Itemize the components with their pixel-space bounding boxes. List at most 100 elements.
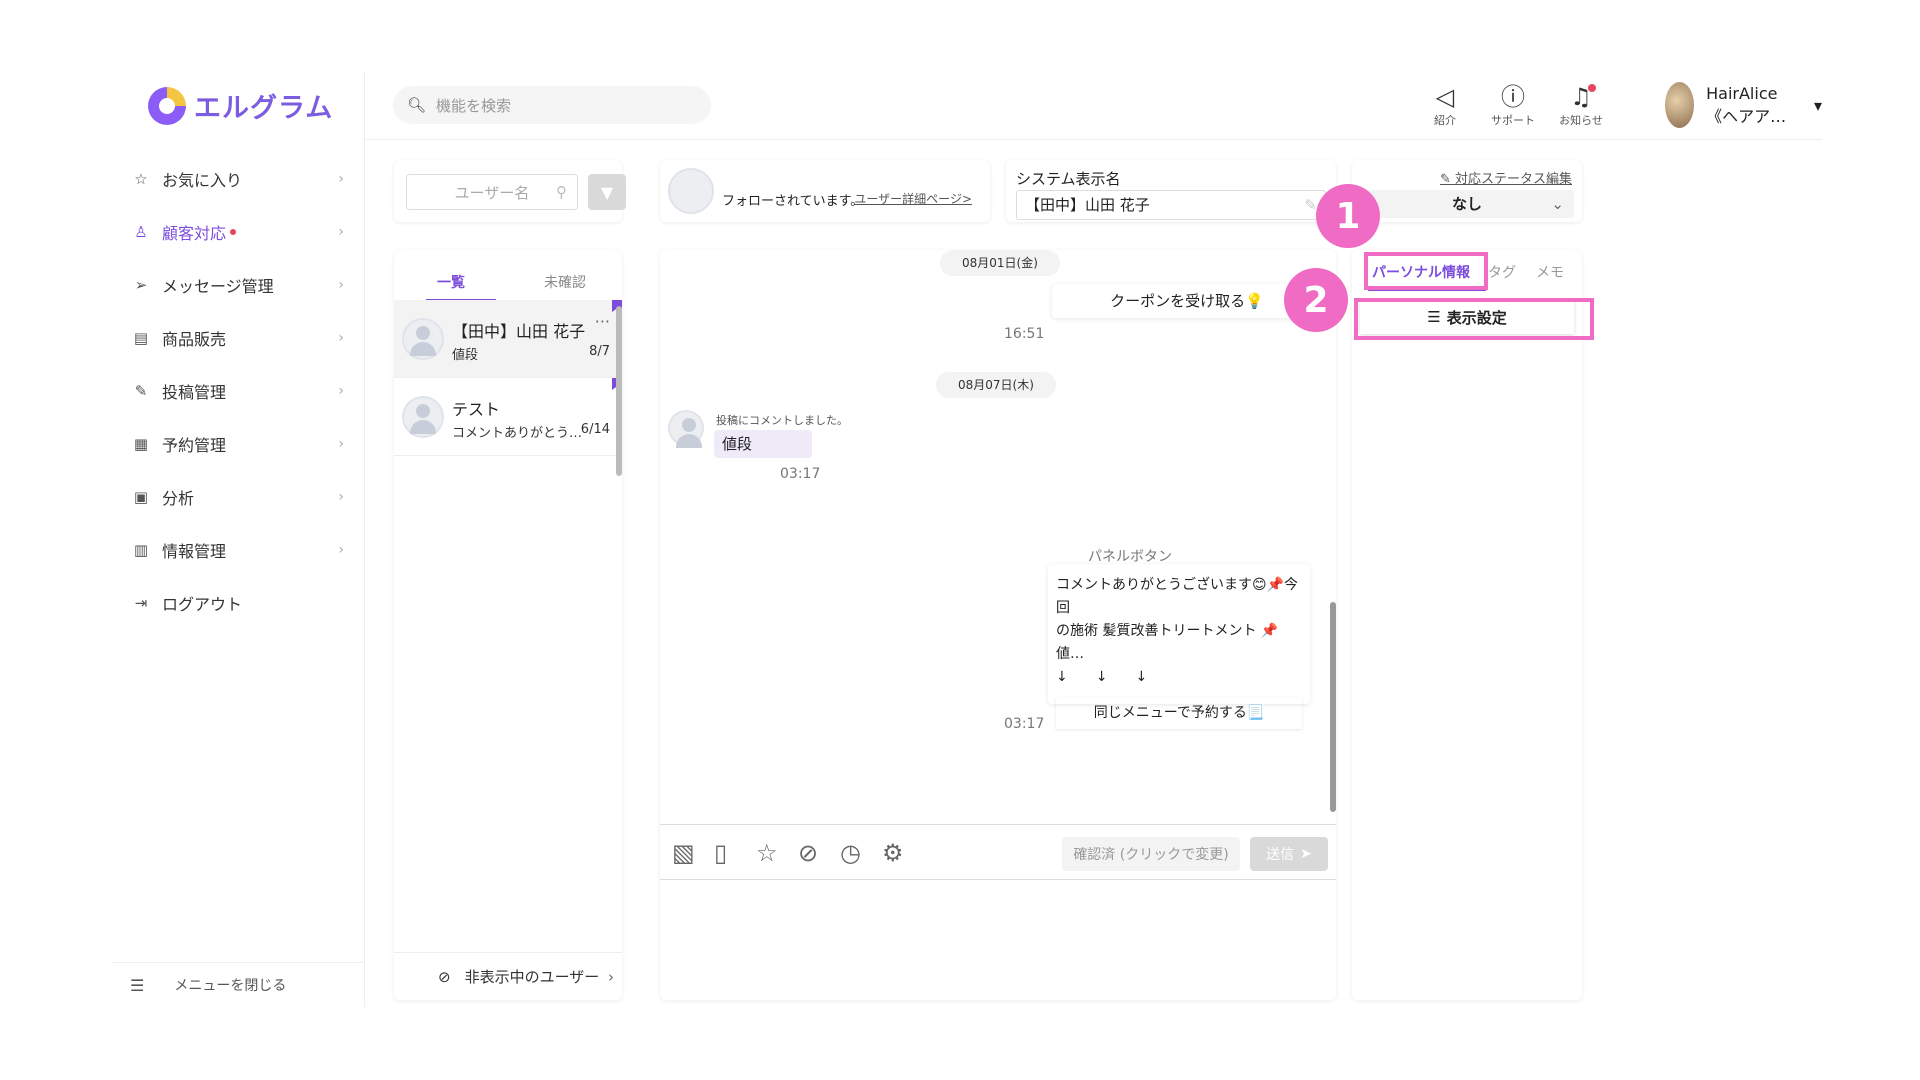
hidden-users-button[interactable]: ⊘ 非表示中のユーザー ›	[394, 952, 622, 1000]
star-icon[interactable]: ☆	[756, 839, 778, 867]
eye-slash-icon[interactable]: ⊘	[798, 839, 818, 867]
chevron-right-icon: ›	[338, 382, 344, 399]
list-item[interactable]: テスト コメントありがとう… 6/14	[394, 378, 622, 456]
search-placeholder: 機能を検索	[436, 96, 512, 115]
sidebar-item-analytics[interactable]: ▣ 分析 ›	[130, 470, 352, 523]
sidebar-item-label: お気に入り	[162, 170, 243, 190]
tab-tags[interactable]: タグ	[1488, 262, 1516, 282]
send-label: 送信	[1266, 847, 1295, 863]
gear-icon[interactable]: ⚙	[882, 839, 904, 867]
comment-bubble: 値段	[714, 430, 812, 458]
hidden-users-label: 非表示中のユーザー	[464, 968, 600, 986]
sidebar-item-logout[interactable]: ⇥ ログアウト	[130, 576, 352, 629]
collapse-menu-icon: ☰	[130, 975, 145, 995]
more-icon[interactable]: ···	[595, 312, 610, 331]
timer-icon[interactable]: ◷	[840, 839, 861, 867]
chevron-right-icon: ›	[338, 170, 344, 187]
message-date: 6/14	[580, 422, 610, 437]
system-name-panel: システム表示名 【田中】山田 花子 ✎	[1006, 160, 1336, 222]
bell-icon: ♫	[1570, 83, 1592, 111]
status-edit-link[interactable]: ✎ 対応ステータス編集	[1440, 168, 1572, 187]
notification-dot	[1588, 84, 1596, 92]
annotation-badge-1: 1	[1316, 184, 1380, 248]
sidebar-item-label: 予約管理	[162, 435, 227, 455]
chevron-right-icon: ›	[608, 967, 614, 986]
chart-icon: ▥	[133, 540, 149, 559]
sidebar-item-label: 投稿管理	[162, 382, 227, 402]
confirm-status-button[interactable]: 確認済 (クリックで変更)	[1062, 837, 1240, 871]
account-menu[interactable]: HairAlice《ヘアア… ▾	[1665, 82, 1822, 128]
user-name: テスト	[452, 400, 501, 419]
avatar	[668, 410, 704, 448]
system-name-field[interactable]: 【田中】山田 花子 ✎	[1016, 190, 1326, 220]
filter-button[interactable]: ▼	[588, 174, 626, 210]
chevron-right-icon: ›	[338, 541, 344, 558]
logout-icon: ⇥	[134, 593, 148, 612]
user-search-input[interactable]: ユーザー名 ⚲	[406, 174, 578, 210]
report-icon: ▣	[133, 487, 149, 506]
status-panel: ✎ 対応ステータス編集 なし ⌄	[1352, 160, 1582, 222]
eye-slash-icon: ⊘	[438, 967, 451, 986]
user-detail-link[interactable]: ユーザー詳細ページ>	[854, 190, 972, 207]
brand-name: エルグラム	[194, 93, 334, 124]
sidebar-item-info[interactable]: ▥ 情報管理 ›	[130, 523, 352, 576]
sidebar-item-label: 情報管理	[162, 541, 227, 561]
sidebar-item-posts[interactable]: ✎ 投稿管理 ›	[130, 364, 352, 417]
chevron-right-icon: ›	[338, 435, 344, 452]
chevron-right-icon: ›	[338, 329, 344, 346]
image-icon[interactable]: ▧	[672, 839, 695, 867]
system-name-label: システム表示名	[1016, 170, 1121, 188]
document-icon[interactable]: ▯	[714, 839, 727, 867]
search-icon: ⚲	[556, 183, 567, 201]
tab-all[interactable]: 一覧	[394, 250, 508, 302]
sidebar-item-label: 商品販売	[162, 329, 227, 349]
caret-down-icon: ▾	[1813, 95, 1822, 115]
feature-search-input[interactable]: 🔍︎ 機能を検索	[393, 86, 711, 124]
sidebar-item-favorites[interactable]: ☆ お気に入り ›	[130, 152, 352, 205]
chevron-right-icon: ›	[338, 488, 344, 505]
star-icon: ☆	[134, 169, 148, 188]
intro-button[interactable]: ◁ 紹介	[1415, 82, 1475, 128]
edit-icon: ✎	[134, 381, 148, 400]
message-preview: コメントありがとう…	[452, 426, 583, 441]
highlight-box-personal-tab	[1364, 252, 1488, 290]
megaphone-icon: ◁	[1435, 83, 1455, 111]
coupon-button[interactable]: クーポンを受け取る💡	[1052, 284, 1322, 318]
message-time: 03:17	[780, 466, 821, 482]
follow-status: フォローされています。	[722, 194, 864, 209]
logo[interactable]: エルグラム	[148, 86, 333, 125]
avatar	[668, 168, 714, 214]
date-divider: 08月01日(金)	[940, 250, 1060, 276]
sidebar-item-sales[interactable]: ▤ 商品販売 ›	[130, 311, 352, 364]
chat-scrollbar[interactable]	[1330, 602, 1336, 812]
user-search-panel: ユーザー名 ⚲ ▼	[394, 160, 626, 222]
list-scrollbar[interactable]	[616, 306, 622, 476]
panel-message: コメントありがとうございます😊📌今回 の施術 髪質改善トリートメント 📌値… ↓…	[1048, 564, 1310, 721]
same-menu-reserve-button[interactable]: 同じメニューで予約する📃	[1056, 697, 1302, 729]
list-item[interactable]: 【田中】山田 花子 値段 8/7 ···	[394, 300, 622, 378]
avatar	[402, 318, 444, 360]
edit-icon: ✎	[1439, 172, 1455, 187]
status-select[interactable]: なし ⌄	[1360, 190, 1574, 218]
tab-memo[interactable]: メモ	[1536, 262, 1564, 282]
sidebar-item-customer[interactable]: ♙ 顧客対応 ›	[130, 205, 352, 258]
tab-unconfirmed[interactable]: 未確認	[508, 250, 622, 300]
sidebar-item-reservations[interactable]: ▦ 予約管理 ›	[130, 417, 352, 470]
account-name: HairAlice《ヘアア…	[1706, 83, 1787, 126]
support-button[interactable]: ⓘ サポート	[1483, 82, 1543, 128]
user-list-tabs: 一覧 未確認	[394, 250, 622, 302]
sidebar-item-label: メッセージ管理	[162, 276, 274, 296]
sidebar-item-messages[interactable]: ➢ メッセージ管理 ›	[130, 258, 352, 311]
sidebar-nav: ☆ お気に入り › ♙ 顧客対応 › ➢ メッセージ管理 › ▤ 商品販売 › …	[130, 152, 352, 629]
close-menu-button[interactable]: ☰ メニューを閉じる	[112, 962, 365, 1007]
message-time: 16:51	[1004, 326, 1045, 342]
panel-arrows: ↓ ↓ ↓	[1056, 669, 1148, 685]
send-icon: ➢	[134, 275, 148, 294]
sidebar-item-label: ログアウト	[162, 594, 243, 614]
send-button[interactable]: 送信 ➤	[1250, 837, 1328, 871]
composer-toolbar: ▧ ▯ ☆ ⊘ ◷ ⚙ 確認済 (クリックで変更) 送信 ➤	[660, 824, 1336, 880]
notifications-button[interactable]: ♫ お知らせ	[1551, 82, 1611, 128]
message-date: 8/7	[589, 344, 610, 359]
topbar: 🔍︎ 機能を検索 ◁ 紹介 ⓘ サポート ♫ お知らせ HairAlice《ヘア…	[365, 72, 1822, 140]
date-divider: 08月07日(木)	[936, 372, 1056, 398]
